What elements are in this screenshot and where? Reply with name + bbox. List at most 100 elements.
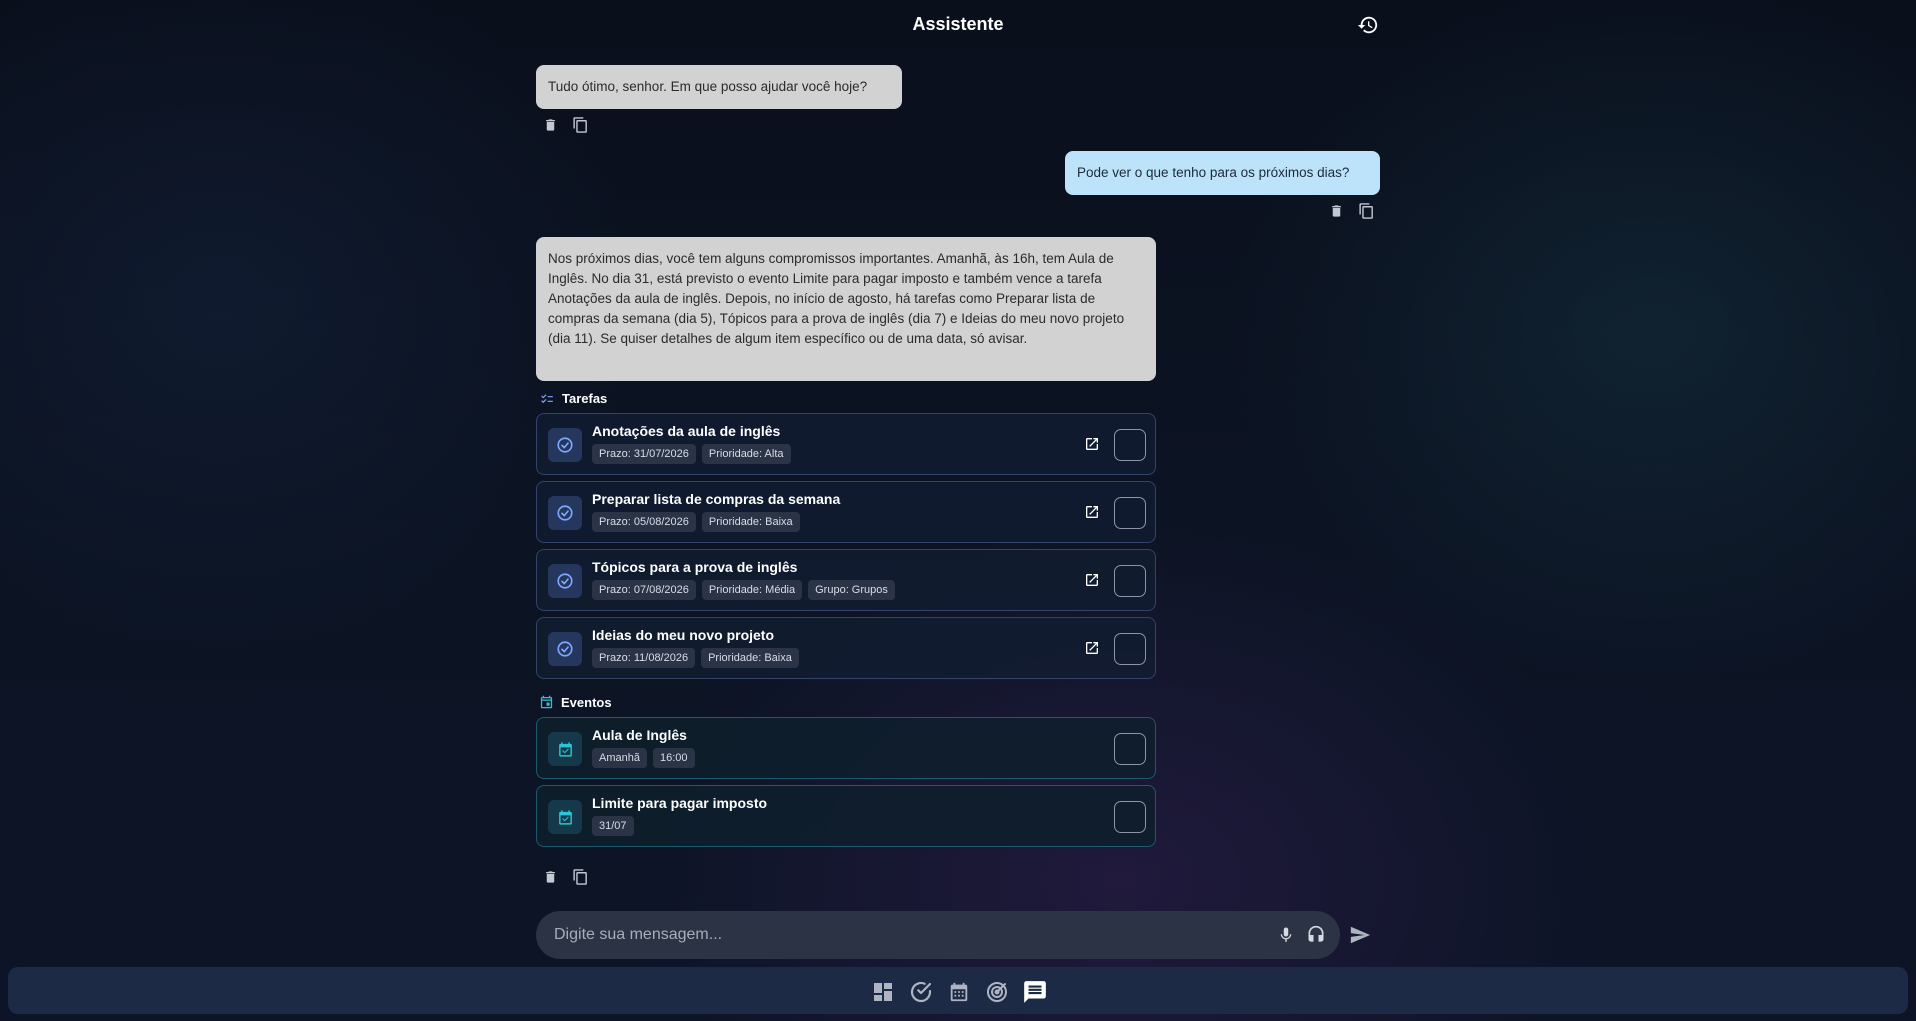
open-external-icon — [1086, 642, 1098, 654]
send-icon — [1350, 926, 1371, 944]
message-input[interactable] — [554, 911, 1254, 959]
nav-chat[interactable] — [1020, 977, 1050, 1007]
open-external-icon — [1086, 506, 1098, 518]
priority-chip: Prioridade: Alta — [701, 444, 791, 464]
calendar-icon — [950, 982, 968, 1002]
delete-button[interactable] — [1326, 201, 1346, 221]
assistant-message: Nos próximos dias, você tem alguns compr… — [536, 237, 1156, 381]
task-checkbox[interactable] — [1114, 633, 1146, 665]
due-date-chip: Prazo: 11/08/2026 — [592, 648, 696, 668]
task-chips: Prazo: 11/08/2026 Prioridade: Baixa — [592, 648, 799, 668]
event-title: Aula de Inglês — [592, 727, 687, 743]
copy-button[interactable] — [1356, 201, 1376, 221]
nav-dashboard[interactable] — [868, 977, 898, 1007]
copy-icon — [572, 869, 587, 885]
event-checkbox[interactable] — [1114, 801, 1146, 833]
event-time-chip: 16:00 — [652, 748, 695, 768]
open-external-icon — [1086, 438, 1098, 450]
check-circle-icon — [557, 437, 573, 453]
event-date-chip: 31/07 — [592, 816, 634, 836]
assistant-message: Tudo ótimo, senhor. Em que posso ajudar … — [536, 65, 902, 109]
task-card[interactable]: Ideias do meu novo projeto Prazo: 11/08/… — [536, 617, 1156, 679]
priority-chip: Prioridade: Baixa — [701, 648, 799, 668]
message-actions — [1326, 201, 1376, 221]
history-button[interactable] — [1355, 12, 1381, 38]
event-date-chip: Amanhã — [592, 748, 647, 768]
open-external-icon — [1086, 574, 1098, 586]
task-checkbox[interactable] — [1114, 429, 1146, 461]
tasks-section-header: Tarefas — [539, 391, 607, 406]
event-checkbox[interactable] — [1114, 733, 1146, 765]
trash-icon — [545, 119, 555, 131]
task-title: Tópicos para a prova de inglês — [592, 559, 798, 575]
check-circle-icon — [557, 505, 573, 521]
check-circle-icon — [910, 981, 932, 1003]
page-title: Assistente — [912, 14, 1004, 34]
task-icon-badge — [548, 632, 582, 666]
calendar-check-icon — [558, 809, 572, 825]
message-actions — [540, 867, 590, 887]
task-title: Ideias do meu novo projeto — [592, 627, 775, 643]
task-chips: Prazo: 07/08/2026 Prioridade: Média Grup… — [592, 580, 895, 600]
event-title: Limite para pagar imposto — [592, 795, 768, 811]
section-title: Eventos — [561, 694, 612, 710]
copy-icon — [572, 117, 587, 133]
event-card[interactable]: Aula de Inglês Amanhã 16:00 — [536, 717, 1156, 779]
section-title: Tarefas — [562, 391, 608, 406]
due-date-chip: Prazo: 31/07/2026 — [592, 444, 696, 464]
nav-calendar[interactable] — [944, 977, 974, 1007]
open-task-button[interactable] — [1082, 638, 1102, 658]
task-card[interactable]: Tópicos para a prova de inglês Prazo: 07… — [536, 549, 1156, 611]
task-icon-badge — [548, 428, 582, 462]
calendar-icon — [540, 695, 553, 709]
bottom-navigation — [8, 967, 1908, 1014]
open-task-button[interactable] — [1082, 434, 1102, 454]
task-checkbox[interactable] — [1114, 497, 1146, 529]
microphone-icon — [1280, 927, 1292, 942]
event-card[interactable]: Limite para pagar imposto 31/07 — [536, 785, 1156, 847]
task-chips: Prazo: 31/07/2026 Prioridade: Alta — [592, 444, 791, 464]
microphone-button[interactable] — [1274, 923, 1298, 947]
trash-icon — [545, 871, 555, 883]
delete-button[interactable] — [540, 867, 560, 887]
group-chip: Grupo: Grupos — [808, 580, 895, 600]
delete-button[interactable] — [540, 115, 560, 135]
task-icon-badge — [548, 564, 582, 598]
checklist-icon — [541, 393, 553, 403]
message-text: Tudo ótimo, senhor. Em que posso ajudar … — [548, 79, 868, 94]
task-checkbox[interactable] — [1114, 565, 1146, 597]
task-card[interactable]: Preparar lista de compras da semana Praz… — [536, 481, 1156, 543]
copy-icon — [1358, 203, 1373, 219]
history-icon — [1357, 16, 1378, 34]
open-task-button[interactable] — [1082, 570, 1102, 590]
priority-chip: Prioridade: Baixa — [701, 512, 800, 532]
chat-icon — [1024, 981, 1046, 1003]
nav-goals[interactable] — [982, 977, 1012, 1007]
event-chips: Amanhã 16:00 — [592, 748, 695, 768]
user-message: Pode ver o que tenho para os próximos di… — [1065, 151, 1380, 195]
copy-button[interactable] — [570, 867, 590, 887]
task-card[interactable]: Anotações da aula de inglês Prazo: 31/07… — [536, 413, 1156, 475]
calendar-check-icon — [558, 741, 572, 757]
dashboard-icon — [874, 983, 892, 1001]
task-chips: Prazo: 05/08/2026 Prioridade: Baixa — [592, 512, 800, 532]
nav-items — [868, 977, 1050, 1007]
send-button[interactable] — [1346, 921, 1374, 949]
check-circle-icon — [557, 573, 573, 589]
headset-icon — [1308, 925, 1324, 942]
event-icon-badge — [548, 800, 582, 834]
due-date-chip: Prazo: 07/08/2026 — [592, 580, 696, 600]
nav-tasks[interactable] — [906, 977, 936, 1007]
task-title: Preparar lista de compras da semana — [592, 491, 841, 507]
copy-button[interactable] — [570, 115, 590, 135]
priority-chip: Prioridade: Média — [701, 580, 803, 600]
target-icon — [987, 982, 1007, 1002]
task-icon-badge — [548, 496, 582, 530]
voice-mode-button[interactable] — [1304, 923, 1328, 947]
open-task-button[interactable] — [1082, 502, 1102, 522]
events-section-header: Eventos — [539, 694, 612, 710]
message-text: Nos próximos dias, você tem alguns compr… — [548, 251, 1125, 346]
message-composer — [536, 911, 1340, 959]
trash-icon — [1331, 205, 1341, 217]
task-title: Anotações da aula de inglês — [592, 423, 781, 439]
